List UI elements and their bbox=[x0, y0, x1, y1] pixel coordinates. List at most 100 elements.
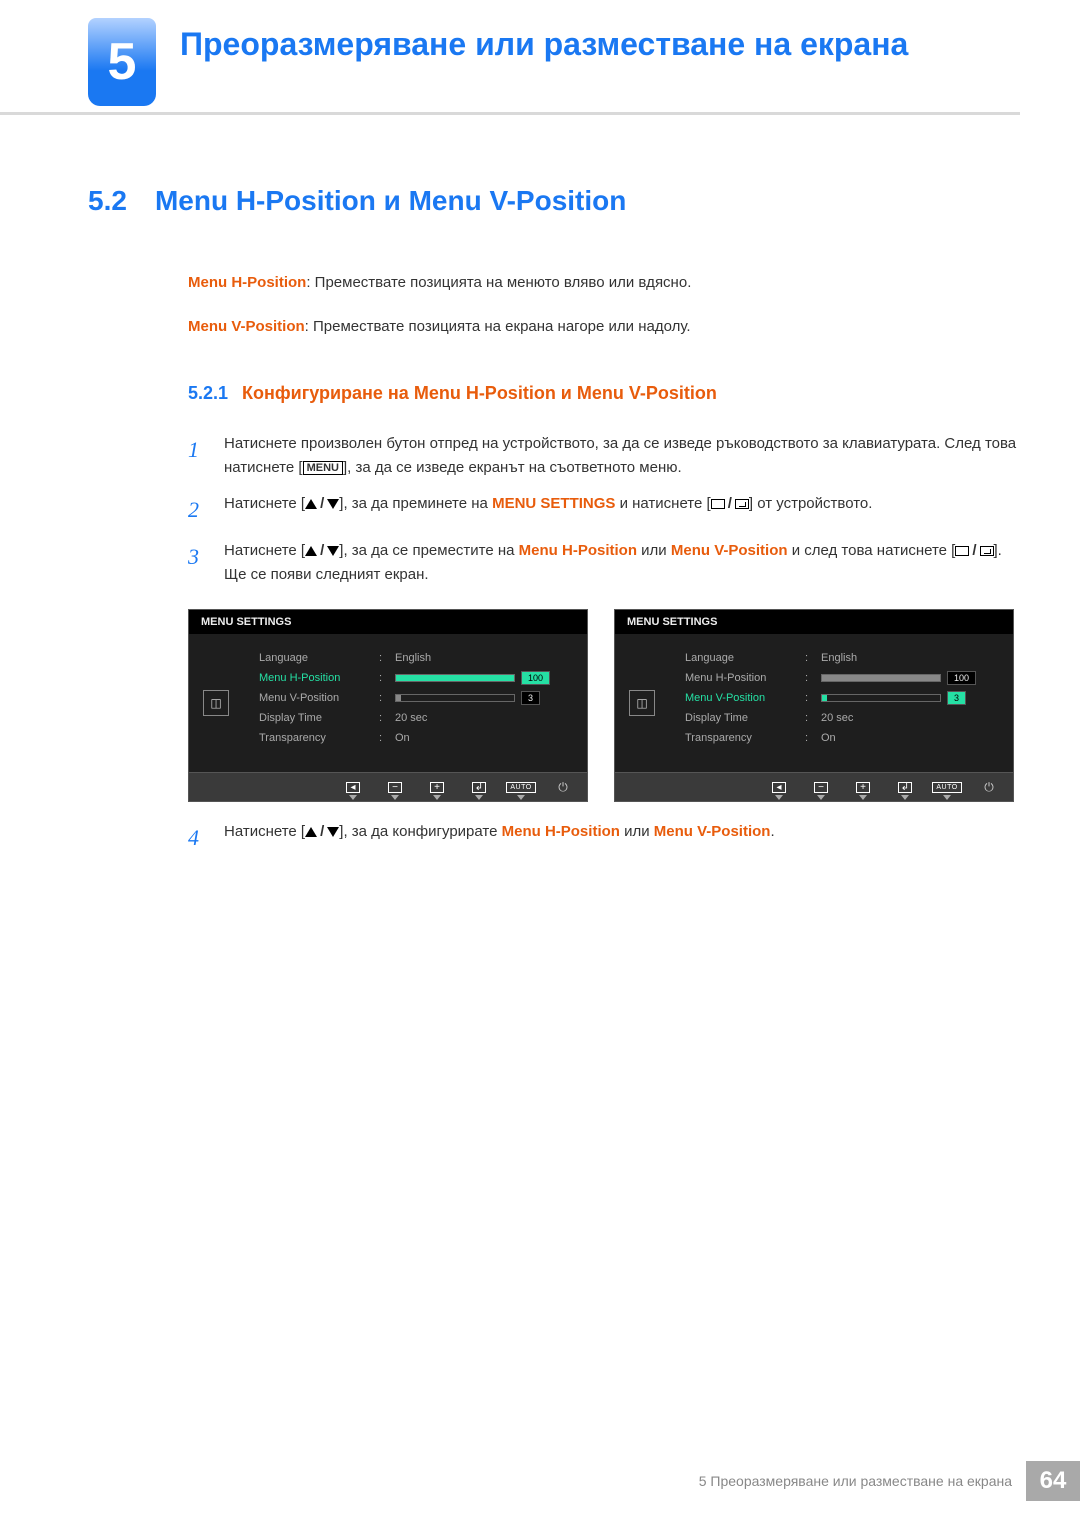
osd-body: ◫ Language:English Menu H-Position: 100 … bbox=[615, 634, 1013, 772]
subsection-number: 5.2.1 bbox=[188, 383, 228, 403]
term-vposition: Menu V-Position bbox=[188, 318, 305, 335]
slider-track-icon bbox=[821, 694, 941, 702]
source-icon bbox=[711, 499, 725, 509]
up-down-icon: / bbox=[305, 492, 339, 516]
osd-title: MENU SETTINGS bbox=[189, 610, 587, 634]
step-2-text-a: Натиснете [ bbox=[224, 495, 305, 512]
arrow-up-icon bbox=[305, 499, 317, 509]
step-2-number: 2 bbox=[188, 492, 206, 527]
osd-btn-enter-icon: ↲ bbox=[895, 778, 915, 796]
slider-track-icon bbox=[395, 674, 515, 682]
steps-list-continued: 4 Натиснете [/], за да конфигурирате Men… bbox=[188, 820, 1020, 855]
arrow-up-icon bbox=[305, 546, 317, 556]
step-3-mid: или bbox=[637, 542, 671, 559]
arrow-up-icon bbox=[305, 827, 317, 837]
page-footer: 5 Преоразмеряване или разместване на екр… bbox=[699, 1461, 1080, 1501]
menu-settings-keyword: MENU SETTINGS bbox=[492, 495, 615, 512]
arrow-down-icon bbox=[327, 499, 339, 509]
slider-fill-icon bbox=[822, 695, 827, 701]
enter-icon bbox=[980, 546, 994, 556]
osd-title: MENU SETTINGS bbox=[615, 610, 1013, 634]
osd-side-icon: ◫ bbox=[629, 690, 655, 716]
slider-value: 100 bbox=[521, 671, 550, 685]
vpos-keyword: Menu V-Position bbox=[671, 542, 788, 559]
osd-btn-minus-icon: − bbox=[385, 778, 405, 796]
osd-row-hposition: Menu H-Position: 100 bbox=[259, 668, 573, 688]
definition-vposition-text: : Премествате позицията на екрана нагоре… bbox=[305, 318, 691, 335]
step-1-body: Натиснете произволен бутон отпред на уст… bbox=[224, 432, 1020, 480]
osd-btn-back-icon: ◂ bbox=[343, 778, 363, 796]
slider-track-icon bbox=[821, 674, 941, 682]
section-heading: 5.2 Menu H-Position и Menu V-Position bbox=[88, 185, 1020, 217]
enter-icon bbox=[735, 499, 749, 509]
slider-fill-icon bbox=[396, 675, 514, 681]
osd-btn-power-icon: ⏻ bbox=[979, 778, 999, 796]
step-3-text-b: ], за да се преместите на bbox=[339, 542, 518, 559]
osd-row-vposition: Menu V-Position: 3 bbox=[685, 688, 999, 708]
step-3-text-a: Натиснете [ bbox=[224, 542, 305, 559]
osd-panel-vposition: MENU SETTINGS ◫ Language:English Menu H-… bbox=[614, 609, 1014, 802]
definition-vposition: Menu V-Position: Премествате позицията н… bbox=[188, 315, 1020, 339]
slider-value: 3 bbox=[947, 691, 966, 705]
up-down-icon: / bbox=[305, 820, 339, 844]
osd-side-icon: ◫ bbox=[203, 690, 229, 716]
footer-page-number: 64 bbox=[1026, 1461, 1080, 1501]
chapter-title: Преоразмеряване или разместване на екран… bbox=[180, 18, 908, 64]
footer-text: 5 Преоразмеряване или разместване на екр… bbox=[699, 1473, 1026, 1489]
step-2-text-b: ], за да преминете на bbox=[339, 495, 492, 512]
osd-btn-power-icon: ⏻ bbox=[553, 778, 573, 796]
osd-row-hposition: Menu H-Position: 100 bbox=[685, 668, 999, 688]
osd-row-language: Language:English bbox=[259, 648, 573, 668]
step-4-body: Натиснете [/], за да конфигурирате Menu … bbox=[224, 820, 1020, 855]
osd-row-vposition: Menu V-Position: 3 bbox=[259, 688, 573, 708]
source-icon bbox=[955, 546, 969, 556]
subsection-heading: 5.2.1 Конфигуриране на Menu H-Position и … bbox=[188, 383, 1020, 404]
chapter-header: 5 Преоразмеряване или разместване на екр… bbox=[0, 0, 1020, 115]
slider-track-icon bbox=[395, 694, 515, 702]
hpos-keyword: Menu H-Position bbox=[502, 823, 620, 840]
source-enter-icon: / bbox=[955, 539, 993, 563]
subsection-title: Конфигуриране на Menu H-Position и Menu … bbox=[242, 383, 717, 403]
step-2-text-d: ] от устройството. bbox=[749, 495, 873, 512]
up-down-icon: / bbox=[305, 539, 339, 563]
arrow-down-icon bbox=[327, 546, 339, 556]
step-4-end: . bbox=[770, 823, 774, 840]
osd-btn-auto: AUTO bbox=[511, 778, 531, 796]
step-2-text-c: и натиснете [ bbox=[615, 495, 710, 512]
definition-hposition-text: : Премествате позицията на менюто вляво … bbox=[306, 274, 691, 291]
slider-fill-icon bbox=[396, 695, 401, 701]
section-number: 5.2 bbox=[88, 185, 127, 217]
osd-row-language: Language:English bbox=[685, 648, 999, 668]
osd-button-bar: ◂ − + ↲ AUTO ⏻ bbox=[615, 772, 1013, 801]
osd-btn-back-icon: ◂ bbox=[769, 778, 789, 796]
definition-hposition: Menu H-Position: Премествате позицията н… bbox=[188, 271, 1020, 295]
menu-button-label: MENU bbox=[303, 461, 343, 475]
step-3: 3 Натиснете [/], за да се преместите на … bbox=[188, 539, 1020, 587]
section: 5.2 Menu H-Position и Menu V-Position Me… bbox=[0, 115, 1080, 855]
step-3-text-c: и след това натиснете [ bbox=[788, 542, 956, 559]
step-1-number: 1 bbox=[188, 432, 206, 480]
step-4-text-b: ], за да конфигурирате bbox=[339, 823, 501, 840]
section-title: Menu H-Position и Menu V-Position bbox=[155, 185, 626, 217]
step-4-text-a: Натиснете [ bbox=[224, 823, 305, 840]
hpos-keyword: Menu H-Position bbox=[519, 542, 637, 559]
arrow-down-icon bbox=[327, 827, 339, 837]
step-4: 4 Натиснете [/], за да конфигурирате Men… bbox=[188, 820, 1020, 855]
osd-row-transparency: Transparency:On bbox=[259, 728, 573, 748]
slider-value: 3 bbox=[521, 691, 540, 705]
osd-screenshots: MENU SETTINGS ◫ Language:English Menu H-… bbox=[188, 609, 1020, 802]
osd-btn-auto: AUTO bbox=[937, 778, 957, 796]
step-2-body: Натиснете [/], за да преминете на MENU S… bbox=[224, 492, 1020, 527]
step-2: 2 Натиснете [/], за да преминете на MENU… bbox=[188, 492, 1020, 527]
term-hposition: Menu H-Position bbox=[188, 274, 306, 291]
step-3-number: 3 bbox=[188, 539, 206, 587]
osd-btn-minus-icon: − bbox=[811, 778, 831, 796]
step-3-body: Натиснете [/], за да се преместите на Me… bbox=[224, 539, 1020, 587]
osd-row-transparency: Transparency:On bbox=[685, 728, 999, 748]
osd-panel-hposition: MENU SETTINGS ◫ Language:English Menu H-… bbox=[188, 609, 588, 802]
steps-list: 1 Натиснете произволен бутон отпред на у… bbox=[188, 432, 1020, 587]
osd-body: ◫ Language:English Menu H-Position: 100 … bbox=[189, 634, 587, 772]
osd-row-displaytime: Display Time:20 sec bbox=[259, 708, 573, 728]
step-4-mid: или bbox=[620, 823, 654, 840]
step-1-text-b: ], за да се изведе екранът на съответнот… bbox=[343, 459, 682, 476]
